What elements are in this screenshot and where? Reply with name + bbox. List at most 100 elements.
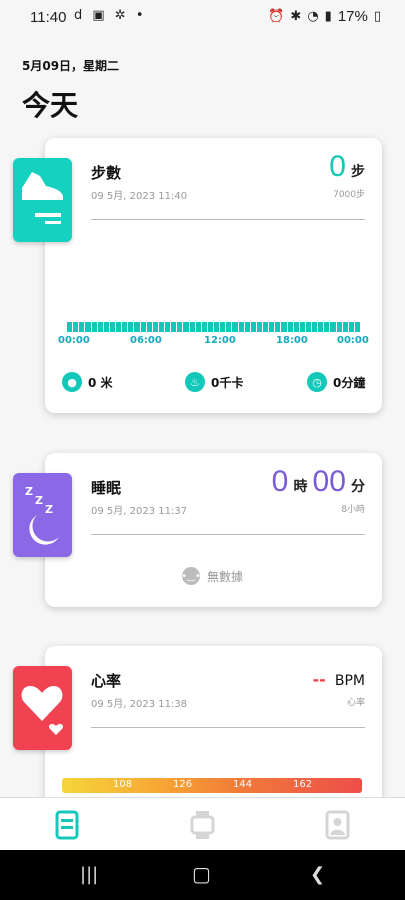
heart-unit: BPM bbox=[334, 673, 365, 689]
hourly-step-bar bbox=[67, 322, 73, 332]
sleep-minutes-unit: 分 bbox=[351, 479, 365, 495]
heart-sub: 心率 bbox=[346, 698, 365, 708]
steps-value: 0 bbox=[329, 150, 346, 183]
hourly-step-bar bbox=[275, 322, 281, 332]
steps-tile[interactable] bbox=[13, 158, 72, 242]
hourly-step-bar bbox=[103, 322, 109, 332]
hourly-step-bar bbox=[171, 322, 177, 332]
clock-icon: ◷ bbox=[307, 372, 327, 392]
dashboard-icon bbox=[55, 810, 79, 840]
recent-apps-icon[interactable]: ||| bbox=[80, 864, 98, 885]
hourly-step-bar bbox=[330, 322, 336, 332]
steps-goal: 7000步 bbox=[333, 190, 365, 200]
nav-device[interactable] bbox=[190, 810, 216, 840]
heart-rate-card[interactable]: 心率 09 5月, 2023 11:38 -- BPM 心率 108 126 1… bbox=[45, 646, 382, 816]
heart-timestamp: 09 5月, 2023 11:38 bbox=[91, 699, 188, 710]
no-data-label: 無數據 bbox=[207, 569, 244, 584]
system-nav-bar: ||| ▢ ❮ bbox=[0, 850, 405, 900]
status-time: 11:40 bbox=[30, 9, 67, 26]
hourly-step-bar bbox=[238, 322, 244, 332]
hourly-step-bar bbox=[232, 322, 238, 332]
hourly-step-bar bbox=[312, 322, 318, 332]
heart-value: -- bbox=[312, 670, 326, 689]
back-icon[interactable]: ❮ bbox=[310, 864, 325, 885]
no-data: •‿• 無數據 bbox=[181, 567, 244, 585]
heart-tile[interactable] bbox=[13, 666, 72, 750]
sleep-value-group: 0 時 00 分 bbox=[272, 465, 365, 499]
steps-timestamp: 09 5月, 2023 11:40 bbox=[91, 191, 188, 202]
hourly-step-bar bbox=[73, 322, 79, 332]
hourly-step-bar bbox=[305, 322, 311, 332]
hourly-step-bar bbox=[165, 322, 171, 332]
axis-label: 06:00 bbox=[130, 335, 162, 346]
hourly-step-bar bbox=[128, 322, 134, 332]
zone-label: 126 bbox=[173, 779, 193, 790]
hourly-step-bar bbox=[244, 322, 250, 332]
heart-title: 心率 bbox=[91, 672, 122, 690]
distance-value: 0 米 bbox=[88, 375, 113, 390]
svg-text:Z: Z bbox=[35, 494, 43, 507]
sleep-minutes: 00 bbox=[312, 465, 346, 498]
sleep-hours: 0 bbox=[271, 465, 289, 498]
sleep-card[interactable]: 睡眠 09 5月, 2023 11:37 0 時 00 分 8小時 •‿• 無數… bbox=[45, 453, 382, 607]
axis-label: 18:00 bbox=[276, 335, 308, 346]
hourly-step-bar bbox=[79, 322, 85, 332]
hourly-step-bar bbox=[318, 322, 324, 332]
date-label: 5月09日，星期二 bbox=[22, 59, 120, 73]
sleep-hours-unit: 時 bbox=[293, 479, 308, 495]
hourly-step-bar bbox=[299, 322, 305, 332]
hourly-step-bar bbox=[152, 322, 158, 332]
wifi-icon: ◔ bbox=[307, 9, 319, 24]
hourly-step-bar bbox=[336, 322, 342, 332]
svg-text:Z: Z bbox=[45, 503, 53, 516]
signal-icon: ▮ bbox=[324, 9, 332, 24]
hourly-step-bar bbox=[97, 322, 103, 332]
svg-text:Z: Z bbox=[25, 485, 33, 498]
watch-icon bbox=[190, 811, 215, 839]
hourly-step-bar bbox=[140, 322, 146, 332]
hourly-step-bar bbox=[109, 322, 115, 332]
steps-hourly-chart bbox=[67, 322, 360, 332]
hourly-step-bar bbox=[214, 322, 220, 332]
location-pin-icon: ● bbox=[62, 372, 82, 392]
hourly-step-bar bbox=[207, 322, 213, 332]
sleep-goal: 8小時 bbox=[341, 505, 365, 515]
divider bbox=[91, 727, 365, 728]
home-icon[interactable]: ▢ bbox=[192, 862, 211, 886]
duration-value: 0分鐘 bbox=[333, 375, 366, 390]
steps-card[interactable]: 步數 09 5月, 2023 11:40 0 步 7000步 00:00 06:… bbox=[45, 138, 382, 413]
flame-icon: ♨ bbox=[185, 372, 205, 392]
calories-stat: ♨ 0千卡 bbox=[185, 372, 243, 392]
status-right: ⏰ ✱ ◔ ▮ 17% ▯ bbox=[268, 8, 381, 25]
profile-icon bbox=[325, 810, 350, 840]
hourly-step-bar bbox=[256, 322, 262, 332]
hourly-step-bar bbox=[226, 322, 232, 332]
heart-zone-bar: 108 126 144 162 bbox=[62, 778, 362, 793]
hourly-step-bar bbox=[91, 322, 97, 332]
bluetooth-icon: ✱ bbox=[290, 9, 302, 24]
hourly-step-bar bbox=[177, 322, 183, 332]
divider bbox=[91, 534, 365, 535]
hourly-step-bar bbox=[342, 322, 348, 332]
battery-percent: 17% bbox=[337, 8, 368, 25]
calories-value: 0千卡 bbox=[211, 375, 244, 390]
sleep-timestamp: 09 5月, 2023 11:37 bbox=[91, 506, 188, 517]
steps-title: 步數 bbox=[91, 164, 122, 182]
zone-label: 162 bbox=[293, 779, 313, 790]
hourly-step-bar bbox=[220, 322, 226, 332]
page-title: 今天 bbox=[22, 89, 79, 122]
zone-label: 108 bbox=[113, 779, 133, 790]
duration-stat: ◷ 0分鐘 bbox=[307, 372, 365, 392]
moon-icon: Z Z Z bbox=[25, 485, 59, 545]
battery-icon: ▯ bbox=[373, 9, 381, 24]
hourly-step-bar bbox=[122, 322, 128, 332]
nav-profile[interactable] bbox=[325, 810, 351, 840]
nav-dashboard[interactable] bbox=[55, 810, 81, 840]
axis-label: 00:00 bbox=[58, 335, 90, 346]
heart-icon bbox=[21, 686, 64, 735]
hourly-step-bar bbox=[263, 322, 269, 332]
sleep-tile[interactable]: Z Z Z bbox=[13, 473, 72, 557]
hourly-step-bar bbox=[269, 322, 275, 332]
hourly-step-bar bbox=[324, 322, 330, 332]
hourly-step-bar bbox=[287, 322, 293, 332]
